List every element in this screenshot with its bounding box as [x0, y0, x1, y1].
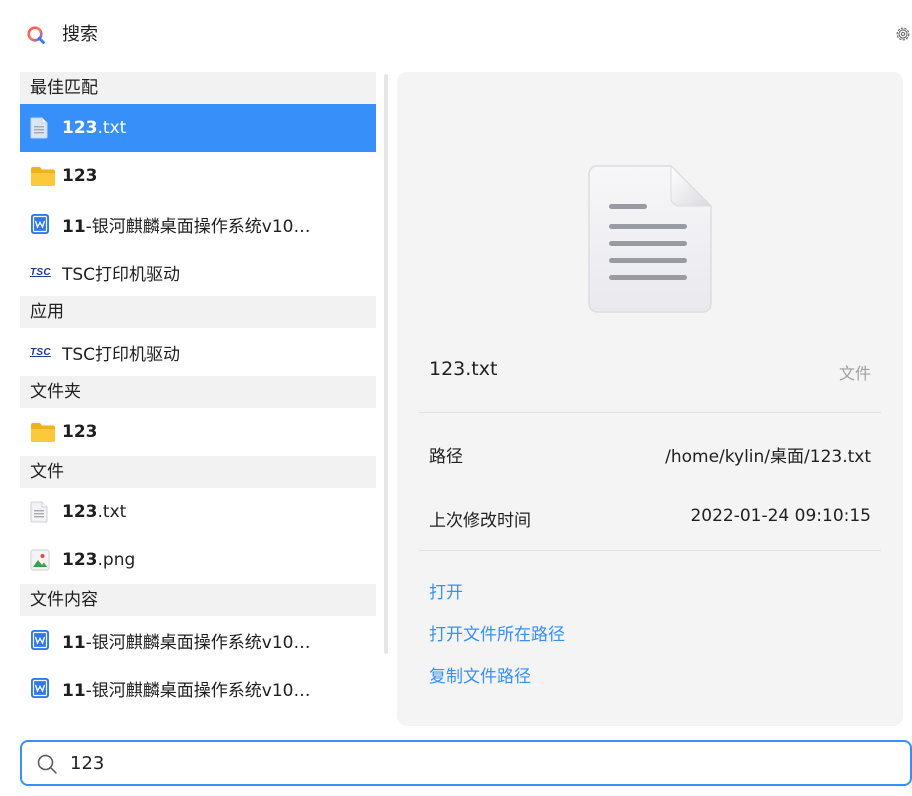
result-label: 11-银河麒麟桌面操作系统v10…	[62, 212, 376, 237]
text-file-icon	[30, 117, 48, 139]
text-file-preview-icon	[588, 164, 713, 313]
modified-label: 上次修改时间	[429, 511, 531, 531]
result-icon-slot	[30, 501, 62, 523]
result-icon-slot: TSC	[30, 267, 62, 278]
match-highlight: 123	[62, 118, 98, 138]
result-label-rest: -银河麒麟桌面操作系统v10…	[85, 632, 311, 653]
gear-icon[interactable]	[894, 24, 912, 44]
folder-icon	[30, 165, 56, 187]
modified-value: 2022-01-24 09:10:15	[690, 506, 871, 526]
result-label: TSC打印机驱动	[62, 340, 376, 365]
result-icon-slot	[30, 117, 62, 139]
result-icon-slot	[30, 677, 62, 699]
path-label: 路径	[429, 447, 463, 467]
result-label-rest: TSC打印机驱动	[62, 264, 181, 285]
result-label: 123.txt	[62, 502, 376, 522]
detail-file-type: 文件	[838, 364, 871, 383]
search-input[interactable]	[70, 750, 870, 776]
result-label: 123	[62, 422, 376, 442]
match-highlight: 123	[62, 166, 98, 186]
section-title: 文件内容	[30, 590, 98, 610]
section-header: 文件夹	[20, 376, 376, 408]
result-item[interactable]: TSC TSC打印机驱动	[20, 248, 376, 296]
section-header: 应用	[20, 296, 376, 328]
result-label: 123.txt	[62, 118, 376, 138]
result-icon-slot: TSC	[30, 347, 62, 358]
result-label-rest: -银河麒麟桌面操作系统v10…	[85, 216, 311, 237]
app-title: 搜索	[62, 24, 98, 45]
match-highlight: 123	[62, 550, 98, 570]
match-highlight: 123	[62, 422, 98, 442]
search-box[interactable]	[20, 740, 912, 786]
result-label: TSC打印机驱动	[62, 260, 376, 285]
image-file-icon	[30, 549, 50, 571]
section-title: 应用	[30, 302, 64, 322]
result-item[interactable]: TSC TSC打印机驱动	[20, 328, 376, 376]
result-item[interactable]: 11-银河麒麟桌面操作系统v10…	[20, 200, 376, 248]
result-icon-slot	[30, 165, 62, 187]
result-item[interactable]: 123.txt	[20, 488, 376, 536]
detail-divider	[419, 412, 881, 413]
result-icon-slot	[30, 549, 62, 571]
results-scrollbar[interactable]	[384, 74, 388, 654]
copy-path-action[interactable]: 复制文件路径	[429, 662, 531, 687]
section-header: 文件	[20, 456, 376, 488]
detail-divider	[419, 550, 881, 551]
search-app-icon	[27, 26, 45, 44]
match-highlight: 11	[62, 632, 86, 653]
results-list: 最佳匹配 123.txt 123 11-银河麒麟桌面操作系统v10… TSC T…	[20, 72, 376, 726]
result-item[interactable]: 11-银河麒麟桌面操作系统v10…	[20, 616, 376, 664]
text-file-icon	[30, 501, 48, 523]
section-header: 最佳匹配	[20, 72, 376, 104]
detail-file-name: 123.txt	[429, 358, 498, 380]
tsc-logo-icon: TSC	[30, 346, 51, 358]
result-label: 123.png	[62, 550, 376, 570]
result-item[interactable]: 123	[20, 408, 376, 456]
detail-panel: 123.txt 文件 路径 /home/kylin/桌面/123.txt 上次修…	[397, 72, 903, 726]
search-icon	[37, 754, 57, 774]
document-icon	[30, 677, 50, 699]
result-item[interactable]: 123.txt	[20, 104, 376, 152]
match-highlight: 11	[62, 680, 86, 701]
section-title: 文件	[30, 462, 64, 482]
result-icon-slot	[30, 421, 62, 443]
result-icon-slot	[30, 213, 62, 235]
result-label: 123	[62, 166, 376, 186]
match-highlight: 11	[62, 216, 86, 237]
document-icon	[30, 629, 50, 651]
title-bar: 搜索	[0, 0, 912, 70]
section-title: 文件夹	[30, 382, 81, 402]
open-action[interactable]: 打开	[429, 578, 463, 603]
result-label: 11-银河麒麟桌面操作系统v10…	[62, 628, 376, 653]
section-header: 文件内容	[20, 584, 376, 616]
path-value: /home/kylin/桌面/123.txt	[665, 447, 871, 467]
result-label-rest: .png	[97, 550, 136, 570]
tsc-logo-icon: TSC	[30, 266, 51, 278]
section-title: 最佳匹配	[30, 78, 98, 98]
result-item[interactable]: 123.png	[20, 536, 376, 584]
match-highlight: 123	[62, 502, 98, 522]
result-label-rest: -银河麒麟桌面操作系统v10…	[85, 680, 311, 701]
result-item[interactable]: 11-银河麒麟桌面操作系统v10…	[20, 664, 376, 712]
document-icon	[30, 213, 50, 235]
result-label-rest: TSC打印机驱动	[62, 344, 181, 365]
result-item[interactable]: 123	[20, 152, 376, 200]
result-label-rest: .txt	[97, 118, 127, 138]
result-label: 11-银河麒麟桌面操作系统v10…	[62, 676, 376, 701]
result-icon-slot	[30, 629, 62, 651]
open-location-action[interactable]: 打开文件所在路径	[429, 620, 565, 645]
result-label-rest: .txt	[97, 502, 127, 522]
folder-icon	[30, 421, 56, 443]
